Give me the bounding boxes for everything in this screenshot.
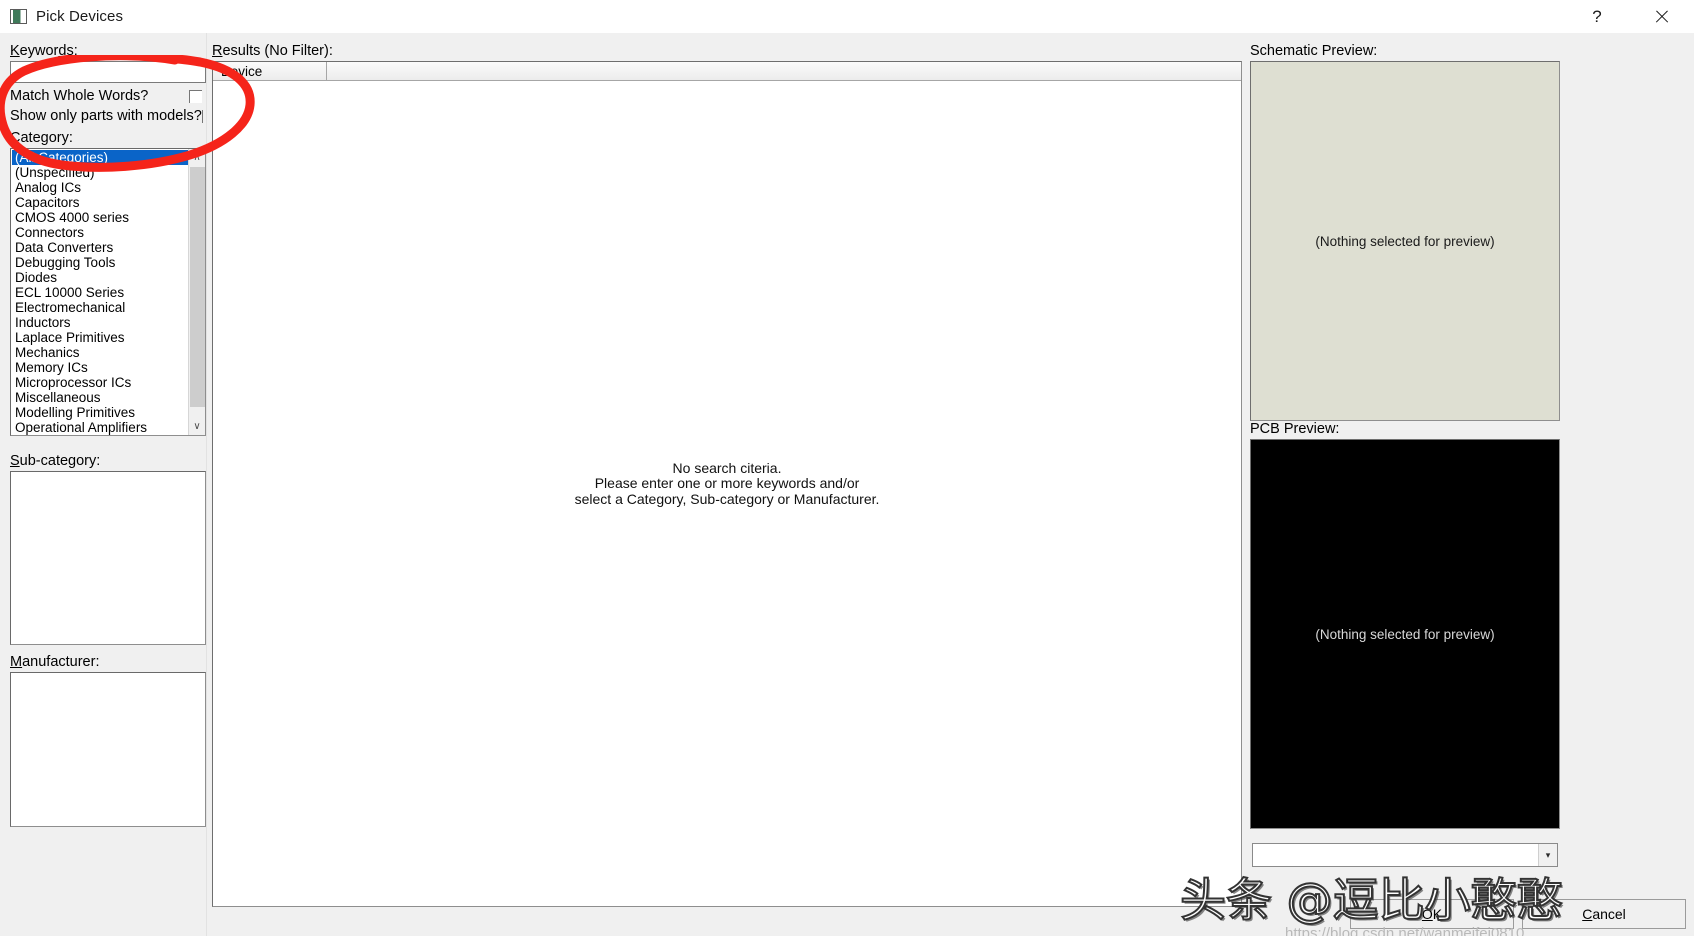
category-list-item[interactable]: Data Converters bbox=[12, 240, 188, 255]
category-list-item[interactable]: Laplace Primitives bbox=[12, 330, 188, 345]
keywords-label: Keywords: bbox=[10, 43, 78, 59]
cancel-button-label: Cancel bbox=[1582, 906, 1626, 922]
results-label: Results (No Filter): bbox=[212, 43, 333, 59]
window-title: Pick Devices bbox=[36, 8, 124, 25]
scrollbar-thumb[interactable] bbox=[190, 167, 205, 407]
left-splitter[interactable] bbox=[206, 33, 210, 936]
results-panel[interactable]: Device No search citeria. Please enter o… bbox=[212, 61, 1242, 907]
results-label-text: esults (No Filter): bbox=[222, 43, 333, 59]
close-icon bbox=[1654, 9, 1669, 24]
category-list-item[interactable]: Debugging Tools bbox=[12, 255, 188, 270]
results-column-blank[interactable] bbox=[327, 62, 1241, 80]
right-splitter[interactable] bbox=[1242, 33, 1247, 936]
keywords-label-text: eywords: bbox=[19, 43, 78, 59]
match-whole-words-checkbox[interactable] bbox=[189, 89, 202, 103]
dialog-body: Keywords: Match Whole Words? Show only p… bbox=[0, 33, 1694, 936]
manufacturer-listbox[interactable] bbox=[10, 672, 206, 827]
chevron-down-icon[interactable]: ▾ bbox=[1538, 844, 1557, 866]
match-whole-words-row[interactable]: Match Whole Words? bbox=[10, 86, 206, 106]
category-list-item[interactable]: Miscellaneous bbox=[12, 390, 188, 405]
cancel-button[interactable]: Cancel bbox=[1522, 899, 1686, 929]
category-list-item[interactable]: (Unspecified) bbox=[12, 165, 188, 180]
subcategory-label: Sub-category: bbox=[10, 453, 101, 469]
category-list-item[interactable]: Memory ICs bbox=[12, 360, 188, 375]
match-whole-words-label: Match Whole Words? bbox=[10, 88, 149, 104]
app-icon bbox=[10, 9, 27, 24]
pcb-preview-area: (Nothing selected for preview) bbox=[1250, 439, 1560, 829]
show-only-models-checkbox[interactable] bbox=[201, 109, 203, 123]
ok-button[interactable]: OK bbox=[1350, 899, 1514, 929]
category-list-item[interactable]: Microprocessor ICs bbox=[12, 375, 188, 390]
window-controls: ? bbox=[1566, 0, 1694, 33]
package-combo[interactable]: ▾ bbox=[1252, 843, 1558, 867]
category-list-item[interactable]: Diodes bbox=[12, 270, 188, 285]
category-listbox[interactable]: (All Categories) (Unspecified) Analog ICs C… bbox=[10, 148, 206, 436]
keywords-input[interactable] bbox=[10, 61, 206, 83]
category-list-item[interactable]: Connectors bbox=[12, 225, 188, 240]
category-list-items: (All Categories) (Unspecified) Analog ICs C… bbox=[11, 149, 188, 435]
results-empty-message: No search citeria. Please enter one or m… bbox=[213, 62, 1241, 906]
category-list-item[interactable]: Electromechanical bbox=[12, 300, 188, 315]
pick-devices-dialog: Pick Devices ? Keywords: Match Whole Wor… bbox=[0, 0, 1694, 936]
schematic-preview-label: Schematic Preview: bbox=[1250, 43, 1378, 59]
ok-button-label: OK bbox=[1421, 906, 1443, 922]
show-only-models-label: Show only parts with models? bbox=[10, 108, 202, 124]
category-list-item[interactable]: ECL 10000 Series bbox=[12, 285, 188, 300]
category-list-item[interactable]: Modelling Primitives bbox=[12, 405, 188, 420]
question-mark-icon: ? bbox=[1592, 6, 1602, 26]
empty-line-3: select a Category, Sub-category or Manuf… bbox=[574, 490, 880, 507]
pcb-preview-label: PCB Preview: bbox=[1250, 421, 1340, 437]
close-button[interactable] bbox=[1628, 0, 1694, 33]
empty-line-2: Please enter one or more keywords and/or bbox=[594, 475, 860, 492]
category-list-item[interactable]: Mechanics bbox=[12, 345, 188, 360]
category-scrollbar[interactable]: ∧ ∨ bbox=[188, 149, 205, 435]
category-list-item[interactable]: Inductors bbox=[12, 315, 188, 330]
category-list-item[interactable]: Operational Amplifiers bbox=[12, 420, 188, 435]
results-column-device[interactable]: Device bbox=[213, 62, 327, 80]
scroll-up-icon[interactable]: ∧ bbox=[188, 149, 205, 166]
title-bar: Pick Devices ? bbox=[0, 0, 1694, 33]
category-list-item[interactable]: (All Categories) bbox=[12, 150, 188, 165]
category-list-item[interactable]: Capacitors bbox=[12, 195, 188, 210]
show-only-models-row[interactable]: Show only parts with models? bbox=[10, 106, 206, 126]
manufacturer-label: Manufacturer: bbox=[10, 654, 100, 670]
category-list-item[interactable]: CMOS 4000 series bbox=[12, 210, 188, 225]
results-header-row: Device bbox=[213, 62, 1241, 81]
category-label: Category: bbox=[10, 130, 73, 146]
empty-line-1: No search citeria. bbox=[672, 459, 782, 476]
schematic-preview-area: (Nothing selected for preview) bbox=[1250, 61, 1560, 421]
help-button[interactable]: ? bbox=[1566, 0, 1628, 33]
pcb-empty-text: (Nothing selected for preview) bbox=[1315, 626, 1495, 642]
scroll-down-icon[interactable]: ∨ bbox=[188, 418, 205, 435]
category-list-item[interactable]: Analog ICs bbox=[12, 180, 188, 195]
schematic-empty-text: (Nothing selected for preview) bbox=[1315, 233, 1495, 249]
subcategory-listbox[interactable] bbox=[10, 471, 206, 645]
